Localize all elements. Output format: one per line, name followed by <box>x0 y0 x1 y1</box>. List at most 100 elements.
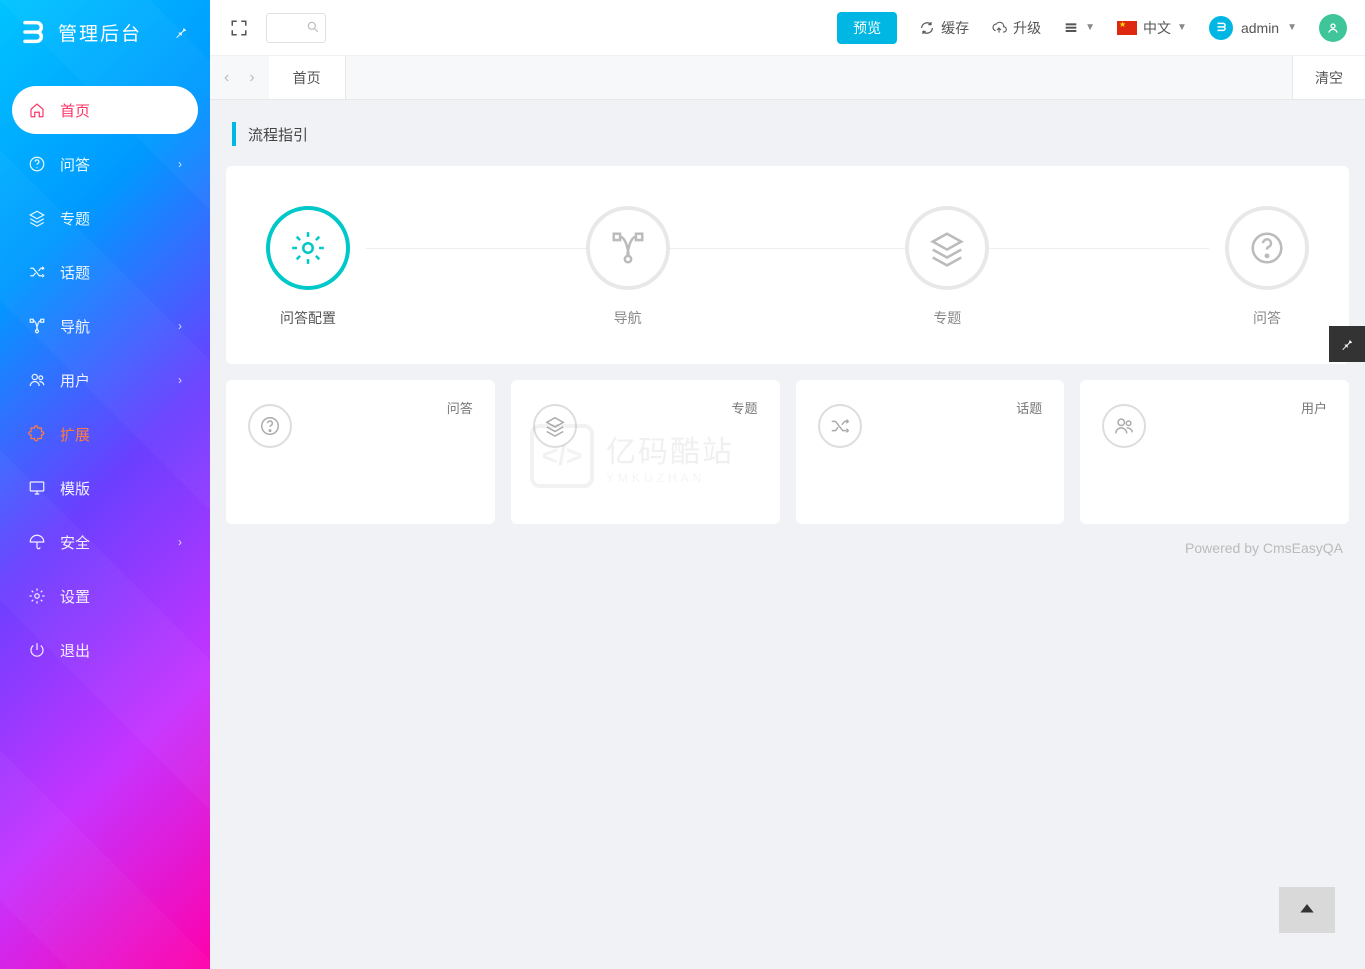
puzzle-icon <box>28 425 46 443</box>
caret-down-icon: ▼ <box>1287 22 1297 33</box>
gear-icon <box>28 587 46 605</box>
sidebar-title: 管理后台 <box>58 19 142 46</box>
footer-text: Powered by CmsEasyQA <box>210 524 1365 572</box>
search-icon[interactable] <box>306 20 320 34</box>
flow-step-layers[interactable]: 专题 <box>905 206 989 328</box>
tabbar: ‹ › 首页 清空 <box>210 56 1365 100</box>
sidebar-item-help[interactable]: 问答 › <box>12 140 198 188</box>
sidebar-item-users[interactable]: 用户 › <box>12 356 198 404</box>
chevron-right-icon: › <box>178 373 182 387</box>
flow-panel: 问答配置 导航 专题 问答 <box>226 166 1349 364</box>
sidebar-item-shuffle[interactable]: 话题 <box>12 248 198 296</box>
card-shuffle[interactable]: 话题 <box>796 380 1065 524</box>
shuffle-icon <box>28 263 46 281</box>
card-help[interactable]: 问答 <box>226 380 495 524</box>
tab-arrows: ‹ › <box>210 56 269 99</box>
step-circle <box>1225 206 1309 290</box>
card-label: 用户 <box>1301 398 1327 417</box>
layers-icon <box>28 209 46 227</box>
language-dropdown[interactable]: 中文 ▼ <box>1117 18 1187 38</box>
sidebar-item-power[interactable]: 退出 <box>12 626 198 674</box>
flag-icon <box>1117 21 1137 35</box>
tab-next-icon[interactable]: › <box>249 69 254 87</box>
support-icon[interactable] <box>1319 14 1347 42</box>
topbar-right: 预览 缓存 升级 ▼ 中文 ▼ admin <box>837 12 1347 44</box>
sidebar-item-home[interactable]: 首页 <box>12 86 198 134</box>
nav-label: 用户 <box>60 370 90 391</box>
pin-icon[interactable] <box>170 21 192 43</box>
tab-clear-button[interactable]: 清空 <box>1292 56 1365 99</box>
nav-label: 模版 <box>60 478 90 499</box>
right-pin-button[interactable] <box>1329 326 1365 362</box>
sidebar-item-puzzle[interactable]: 扩展 <box>12 410 198 458</box>
nav-label: 话题 <box>60 262 90 283</box>
flow-steps: 问答配置 导航 专题 问答 <box>266 206 1309 328</box>
nav-label: 退出 <box>60 640 90 661</box>
nav-label: 专题 <box>60 208 90 229</box>
chevron-right-icon: › <box>178 157 182 171</box>
step-circle <box>266 206 350 290</box>
users-icon <box>1102 404 1146 448</box>
step-circle <box>586 206 670 290</box>
step-label: 专题 <box>933 308 961 328</box>
sidebar-item-layers[interactable]: 专题 <box>12 194 198 242</box>
power-icon <box>28 641 46 659</box>
sidebar-header: 管理后台 <box>0 0 210 64</box>
step-label: 问答 <box>1253 308 1281 328</box>
card-label: 话题 <box>1016 398 1042 417</box>
flow-step-help[interactable]: 问答 <box>1225 206 1309 328</box>
sidebar-item-monitor[interactable]: 模版 <box>12 464 198 512</box>
logo-icon <box>18 18 46 46</box>
card-label: 问答 <box>447 398 473 417</box>
upgrade-link[interactable]: 升级 <box>991 18 1041 38</box>
content: 流程指引 问答配置导航专题问答 问答专题话题用户 Powered by CmsE… <box>210 100 1365 969</box>
caret-down-icon: ▼ <box>1177 22 1187 33</box>
help-icon <box>28 155 46 173</box>
tab-home[interactable]: 首页 <box>269 56 346 99</box>
sidebar: 管理后台 首页问答 › 专题话题导航 › 用户 › 扩展模版安全 › 设置退出 <box>0 0 210 969</box>
fullscreen-icon[interactable] <box>228 17 250 39</box>
chevron-right-icon: › <box>178 319 182 333</box>
section-header: 流程指引 <box>210 100 1365 156</box>
search-box <box>266 13 466 43</box>
preview-button[interactable]: 预览 <box>837 12 897 44</box>
monitor-icon <box>28 479 46 497</box>
scroll-top-button[interactable] <box>1279 887 1335 933</box>
help-icon <box>248 404 292 448</box>
layers-icon <box>533 404 577 448</box>
step-label: 导航 <box>614 308 642 328</box>
topbar: 预览 缓存 升级 ▼ 中文 ▼ admin <box>210 0 1365 56</box>
card-label: 专题 <box>731 398 757 417</box>
card-layers[interactable]: 专题 <box>511 380 780 524</box>
home-icon <box>28 101 46 119</box>
umbrella-icon <box>28 533 46 551</box>
main: 预览 缓存 升级 ▼ 中文 ▼ admin <box>210 0 1365 969</box>
user-dropdown[interactable]: admin ▼ <box>1209 16 1297 40</box>
step-circle <box>905 206 989 290</box>
tab-prev-icon[interactable]: ‹ <box>224 69 229 87</box>
nav-list: 首页问答 › 专题话题导航 › 用户 › 扩展模版安全 › 设置退出 <box>0 64 210 702</box>
cache-link[interactable]: 缓存 <box>919 18 969 38</box>
nav-label: 设置 <box>60 586 90 607</box>
step-label: 问答配置 <box>280 308 336 328</box>
sidebar-item-umbrella[interactable]: 安全 › <box>12 518 198 566</box>
flow-step-gear[interactable]: 问答配置 <box>266 206 350 328</box>
users-icon <box>28 371 46 389</box>
nav-label: 首页 <box>60 100 90 121</box>
database-dropdown[interactable]: ▼ <box>1063 20 1095 36</box>
user-avatar-icon <box>1209 16 1233 40</box>
sidebar-item-gear[interactable]: 设置 <box>12 572 198 620</box>
chevron-right-icon: › <box>178 535 182 549</box>
vector-icon <box>28 317 46 335</box>
card-users[interactable]: 用户 <box>1080 380 1349 524</box>
nav-label: 问答 <box>60 154 90 175</box>
nav-label: 导航 <box>60 316 90 337</box>
section-title: 流程指引 <box>232 122 1343 146</box>
flow-step-vector[interactable]: 导航 <box>586 206 670 328</box>
sidebar-item-vector[interactable]: 导航 › <box>12 302 198 350</box>
card-row: 问答 专题 话题 用户 <box>226 380 1349 524</box>
nav-label: 扩展 <box>60 424 90 445</box>
caret-down-icon: ▼ <box>1085 22 1095 33</box>
shuffle-icon <box>818 404 862 448</box>
nav-label: 安全 <box>60 532 90 553</box>
